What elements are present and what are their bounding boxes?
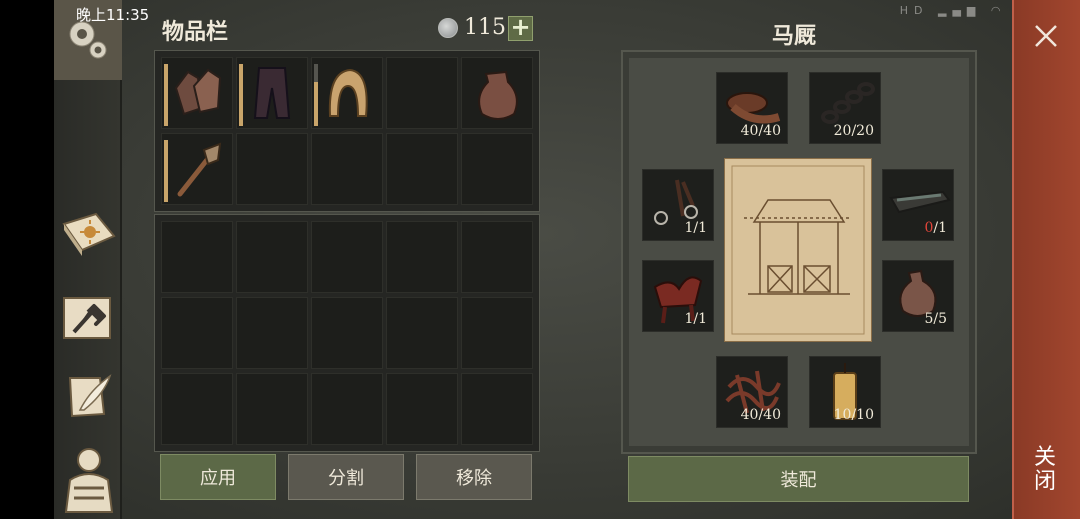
inventory-slot-empty[interactable] bbox=[236, 373, 308, 445]
assemble-button[interactable]: 装配 bbox=[628, 456, 969, 502]
inventory-slot-empty[interactable] bbox=[386, 297, 458, 369]
ingredient-count: 40/40 bbox=[740, 407, 781, 423]
ingredient-count: 5/5 bbox=[924, 311, 947, 327]
split-button[interactable]: 分割 bbox=[288, 454, 404, 500]
ingredient-count: 1/1 bbox=[684, 220, 707, 236]
inventory-slot-empty[interactable] bbox=[386, 57, 458, 129]
inventory-slot-empty[interactable] bbox=[161, 221, 233, 293]
hd-icon: HD bbox=[899, 4, 929, 17]
inventory-slot[interactable] bbox=[461, 57, 533, 129]
ingredient-count: 10/10 bbox=[833, 407, 874, 423]
inventory-slot-empty[interactable] bbox=[236, 221, 308, 293]
inventory-title: 物品栏 bbox=[162, 20, 229, 45]
gloves-icon bbox=[174, 68, 222, 116]
durability-bar bbox=[164, 140, 168, 202]
inventory-slot-empty[interactable] bbox=[461, 221, 533, 293]
add-currency-button[interactable]: + bbox=[508, 15, 533, 41]
ingredient-slot[interactable]: 40/40 bbox=[716, 72, 788, 144]
close-panel[interactable] bbox=[1012, 0, 1080, 519]
hammer-map-icon[interactable] bbox=[60, 292, 118, 344]
apply-button[interactable]: 应用 bbox=[160, 454, 276, 500]
inventory-slot-empty[interactable] bbox=[386, 221, 458, 293]
inventory-slot-empty[interactable] bbox=[236, 297, 308, 369]
close-label-top: 关 bbox=[1033, 445, 1056, 470]
ingredient-slot[interactable]: 1/1 bbox=[642, 260, 714, 332]
ingredient-slot[interactable]: 40/40 bbox=[716, 356, 788, 428]
ingredient-slot[interactable]: 20/20 bbox=[809, 72, 881, 144]
hood-icon bbox=[328, 68, 368, 117]
ingredient-count: 40/40 bbox=[740, 123, 781, 139]
inventory-slot-empty[interactable] bbox=[461, 373, 533, 445]
inventory-slot-empty[interactable] bbox=[311, 297, 383, 369]
ingredient-slot[interactable]: 1/1 bbox=[642, 169, 714, 241]
close-label-bottom: 闭 bbox=[1033, 469, 1056, 494]
ingredient-slot[interactable]: 0/1 bbox=[882, 169, 954, 241]
pouch-icon bbox=[478, 70, 518, 120]
equipment-grid bbox=[154, 50, 540, 212]
inventory-slot-empty[interactable] bbox=[461, 133, 533, 205]
currency-amount: 115 bbox=[464, 15, 506, 40]
backpack-grid bbox=[154, 214, 540, 452]
ingredient-count: 20/20 bbox=[833, 123, 874, 139]
game-screen: 晚上11:35 HD ▂▄▆ ◠ 物品栏 115 + 应用 分割 移除 马厩 4… bbox=[0, 0, 1080, 519]
close-label[interactable]: 关 闭 bbox=[1030, 446, 1060, 494]
durability-bar bbox=[239, 64, 243, 126]
inventory-slot-empty[interactable] bbox=[236, 133, 308, 205]
inventory-slot-empty[interactable] bbox=[161, 373, 233, 445]
signal-icon: ▂▄▆ bbox=[938, 4, 982, 17]
count-need: /1 bbox=[933, 220, 947, 236]
durability-bar bbox=[314, 82, 318, 126]
inventory-slot-empty[interactable] bbox=[311, 373, 383, 445]
quill-scroll-icon[interactable] bbox=[60, 370, 118, 424]
ingredient-count-missing: 0/1 bbox=[924, 220, 947, 236]
trousers-icon bbox=[253, 67, 291, 119]
left-black-bar bbox=[0, 0, 54, 519]
inventory-slot-empty[interactable] bbox=[311, 221, 383, 293]
inventory-slot[interactable] bbox=[161, 133, 233, 205]
inventory-slot-empty[interactable] bbox=[386, 373, 458, 445]
silver-coin-icon bbox=[438, 18, 458, 38]
inventory-slot[interactable] bbox=[311, 57, 383, 129]
remove-button[interactable]: 移除 bbox=[416, 454, 532, 500]
character-icon[interactable] bbox=[60, 444, 118, 514]
stable-blueprint bbox=[724, 158, 872, 342]
inventory-slot[interactable] bbox=[161, 57, 233, 129]
wifi-icon: ◠ bbox=[990, 4, 1007, 17]
ingredient-slot[interactable]: 10/10 bbox=[809, 356, 881, 428]
inventory-slot[interactable] bbox=[236, 57, 308, 129]
durability-bar-empty bbox=[314, 64, 318, 82]
ingredient-slot[interactable]: 5/5 bbox=[882, 260, 954, 332]
ingredient-count: 1/1 bbox=[684, 311, 707, 327]
inventory-slot-empty[interactable] bbox=[311, 133, 383, 205]
sun-book-icon[interactable] bbox=[58, 206, 118, 262]
inventory-slot-empty[interactable] bbox=[161, 297, 233, 369]
durability-bar bbox=[164, 64, 168, 126]
torch-icon bbox=[177, 142, 222, 197]
close-icon[interactable] bbox=[1032, 22, 1060, 50]
inventory-slot-empty[interactable] bbox=[386, 133, 458, 205]
inventory-slot-empty[interactable] bbox=[461, 297, 533, 369]
clock: 晚上11:35 bbox=[76, 6, 150, 24]
stable-title: 马厩 bbox=[772, 24, 817, 49]
